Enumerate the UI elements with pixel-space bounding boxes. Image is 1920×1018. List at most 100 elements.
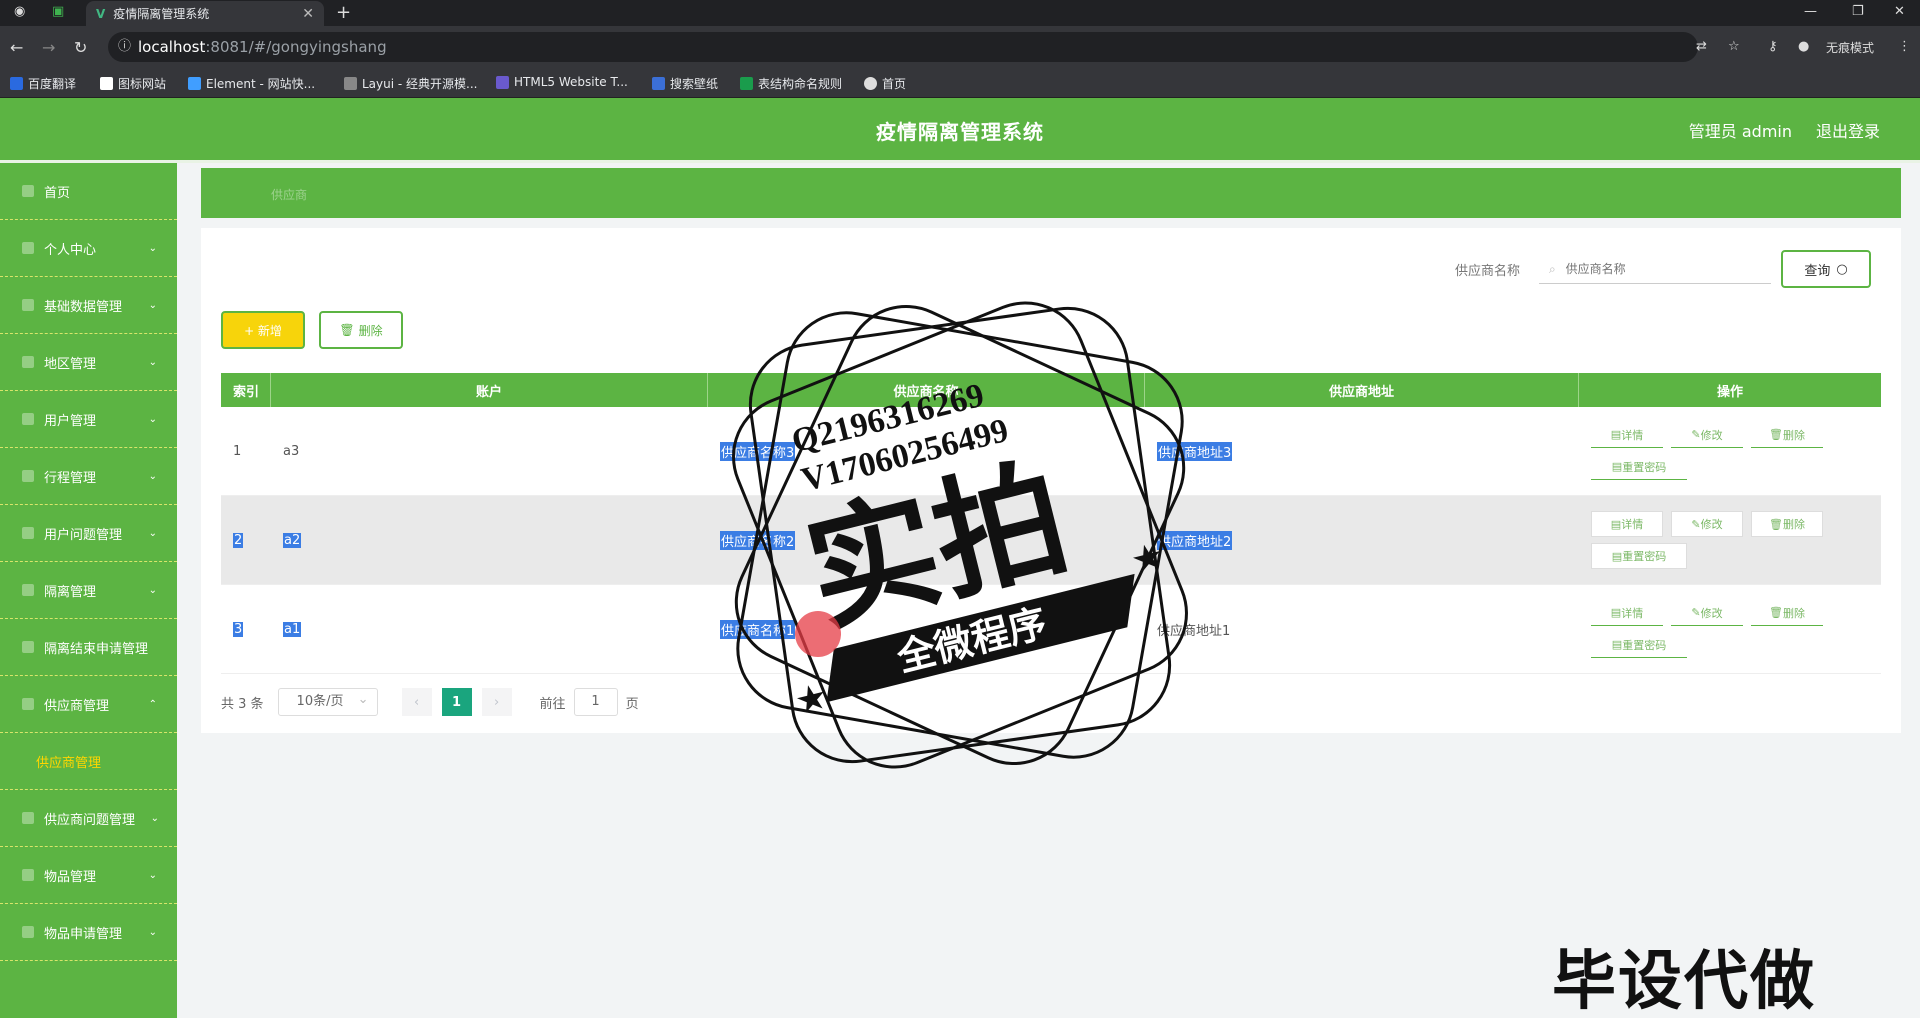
bookmark-item[interactable]: 搜索壁纸 [652, 75, 718, 92]
sidebar-item-profile[interactable]: 个人中心 ⌄ [0, 220, 177, 277]
menu-icon [22, 926, 34, 938]
reset-password-button[interactable]: ▤ 重置密码 [1591, 454, 1687, 480]
page-number-current[interactable]: 1 [441, 688, 472, 716]
reload-icon[interactable]: ↻ [74, 38, 87, 57]
bookmark-item[interactable]: 百度翻译 [10, 75, 76, 92]
translate-icon[interactable]: ⇄ [1696, 39, 1707, 54]
edit-button[interactable]: ✎ 修改 [1671, 511, 1743, 537]
cell-account: a1 [283, 621, 302, 637]
restore-icon[interactable]: ❐ [1852, 4, 1864, 19]
current-user: 管理员 admin [1688, 122, 1792, 141]
incognito-label[interactable]: 无痕模式 [1826, 39, 1874, 56]
menu-icon [22, 356, 34, 368]
forward-icon[interactable]: → [42, 38, 55, 57]
cell-name: 供应商名称2 [708, 496, 1145, 584]
cell-index: 3 [233, 621, 244, 637]
sidebar-item-user-issues[interactable]: 用户问题管理 ⌄ [0, 505, 177, 562]
sidebar-item-goods[interactable]: 物品管理 ⌄ [0, 847, 177, 904]
sidebar-item-isolation-end[interactable]: 隔离结束申请管理 [0, 619, 177, 676]
bookmark-item[interactable]: HTML5 Website T... [496, 75, 628, 89]
pinned-tab-icon[interactable]: ▣ [52, 4, 64, 19]
sidebar: 首页 个人中心 ⌄ 基础数据管理 ⌄ 地区管理 ⌄ 用户管理 ⌄ 行程管理 ⌄ 用户问题管… [0, 163, 177, 1018]
incognito-icon[interactable]: ● [1798, 39, 1809, 54]
query-button[interactable]: 查询 ○ [1781, 250, 1871, 288]
sidebar-item-isolation[interactable]: 隔离管理 ⌄ [0, 562, 177, 619]
close-window-icon[interactable]: ✕ [1894, 4, 1905, 19]
reset-password-button[interactable]: ▤ 重置密码 [1591, 543, 1687, 569]
main-panel: 供应商名称 ⌕ 查询 ○ + 新增 🗑 删除 索引 账户 供应商名称 供应商地址… [201, 228, 1901, 733]
search-icon: ○ [1836, 261, 1848, 277]
menu-icon [22, 470, 34, 482]
cell-account: a2 [283, 532, 302, 548]
cell-operations: ▤ 详情 ✎ 修改 🗑 删除 ▤ 重置密码 [1579, 585, 1881, 673]
reset-password-button[interactable]: ▤ 重置密码 [1591, 632, 1687, 658]
detail-button[interactable]: ▤ 详情 [1591, 600, 1663, 626]
menu-icon [22, 584, 34, 596]
vue-logo-icon: V [96, 6, 106, 21]
supplier-table: 索引 账户 供应商名称 供应商地址 操作 1 a3 供应商名称3 供应商地址3 … [221, 373, 1881, 674]
next-page-button[interactable]: › [481, 688, 512, 716]
bookmark-favicon-icon [740, 77, 753, 90]
bookmark-item[interactable]: 图标网站 [100, 75, 166, 92]
sidebar-item-home[interactable]: 首页 [0, 163, 177, 220]
pagination: 共 3 条 10条/页 ‹ 1 › 前往 1 页 [221, 687, 639, 716]
search-field[interactable]: ⌕ [1539, 254, 1771, 284]
key-icon[interactable]: ⚷ [1768, 39, 1778, 54]
bookmark-item[interactable]: Layui - 经典开源模... [344, 75, 477, 92]
more-menu-icon[interactable]: ⋮ [1898, 39, 1911, 54]
pagination-total: 共 3 条 [221, 696, 264, 712]
sidebar-item-basic-data[interactable]: 基础数据管理 ⌄ [0, 277, 177, 334]
detail-button[interactable]: ▤ 详情 [1591, 422, 1663, 448]
click-indicator [795, 611, 841, 657]
sidebar-item-supplier-issues[interactable]: 供应商问题管理 ⌄ [0, 790, 177, 847]
sidebar-item-supplier-manage[interactable]: 供应商管理 [0, 733, 177, 790]
url-field[interactable]: ⓘ localhost:8081/#/gongyingshang [108, 32, 1698, 62]
edit-button[interactable]: ✎ 修改 [1671, 422, 1743, 448]
table-row[interactable]: 2 a2 供应商名称2 供应商地址2 ▤ 详情 ✎ 修改 🗑 删除 ▤ 重置密码 [221, 496, 1881, 585]
bookmark-item[interactable]: 表结构命名规则 [740, 75, 842, 92]
sidebar-item-region[interactable]: 地区管理 ⌄ [0, 334, 177, 391]
bookmark-favicon-icon [188, 77, 201, 90]
site-info-icon[interactable]: ⓘ [118, 32, 131, 62]
close-tab-icon[interactable]: ✕ [302, 6, 314, 22]
table-header: 索引 账户 供应商名称 供应商地址 操作 [221, 373, 1881, 407]
chevron-down-icon: ⌄ [148, 413, 157, 425]
bookmark-item[interactable]: Element - 网站快... [188, 75, 315, 92]
logout-link[interactable]: 退出登录 [1816, 118, 1880, 142]
page-size-select[interactable]: 10条/页 [277, 687, 378, 716]
sidebar-item-supplier-group[interactable]: 供应商管理 ⌃ [0, 676, 177, 733]
table-row[interactable]: 3 a1 供应商名称1 供应商地址1 ▤ 详情 ✎ 修改 🗑 删除 ▤ 重置密码 [221, 585, 1881, 674]
app-title: 疫情隔离管理系统 [876, 120, 1044, 144]
goto-page-input[interactable]: 1 [573, 688, 618, 716]
cell-index: 2 [233, 532, 244, 548]
bookmark-favicon-icon [864, 77, 877, 90]
add-button[interactable]: + 新增 [221, 311, 305, 349]
delete-button[interactable]: 🗑 删除 [319, 311, 403, 349]
detail-button[interactable]: ▤ 详情 [1591, 511, 1663, 537]
active-tab[interactable]: V 疫情隔离管理系统 ✕ [86, 1, 324, 26]
bookmark-item[interactable]: 首页 [864, 75, 906, 92]
remove-button[interactable]: 🗑 删除 [1751, 422, 1823, 448]
remove-button[interactable]: 🗑 删除 [1751, 511, 1823, 537]
bookmark-star-icon[interactable]: ☆ [1728, 39, 1740, 54]
url-path: :8081/#/gongyingshang [205, 38, 387, 56]
cell-operations: ▤ 详情 ✎ 修改 🗑 删除 ▤ 重置密码 [1579, 407, 1881, 495]
sidebar-item-trips[interactable]: 行程管理 ⌄ [0, 448, 177, 505]
sidebar-item-goods-apply[interactable]: 物品申请管理 ⌄ [0, 904, 177, 961]
address-bar: ← → ↻ ⓘ localhost:8081/#/gongyingshang ⇄… [0, 26, 1920, 68]
minimize-icon[interactable]: — [1804, 4, 1817, 19]
new-tab-icon[interactable]: + [336, 2, 351, 23]
prev-page-button[interactable]: ‹ [401, 688, 432, 716]
browser-menu-icon[interactable]: ◉ [14, 4, 25, 19]
back-icon[interactable]: ← [10, 38, 23, 57]
header-index: 索引 [221, 373, 271, 407]
edit-button[interactable]: ✎ 修改 [1671, 600, 1743, 626]
sidebar-item-users[interactable]: 用户管理 ⌄ [0, 391, 177, 448]
remove-button[interactable]: 🗑 删除 [1751, 600, 1823, 626]
app-header: 疫情隔离管理系统 管理员 admin 退出登录 [0, 98, 1920, 160]
table-row[interactable]: 1 a3 供应商名称3 供应商地址3 ▤ 详情 ✎ 修改 🗑 删除 ▤ 重置密码 [221, 407, 1881, 496]
bookmarks-bar: 百度翻译 图标网站 Element - 网站快... Layui - 经典开源模… [0, 68, 1920, 98]
cell-index: 1 [233, 443, 242, 459]
search-input[interactable] [1565, 262, 1756, 276]
cell-address: 供应商地址3 [1145, 407, 1579, 495]
